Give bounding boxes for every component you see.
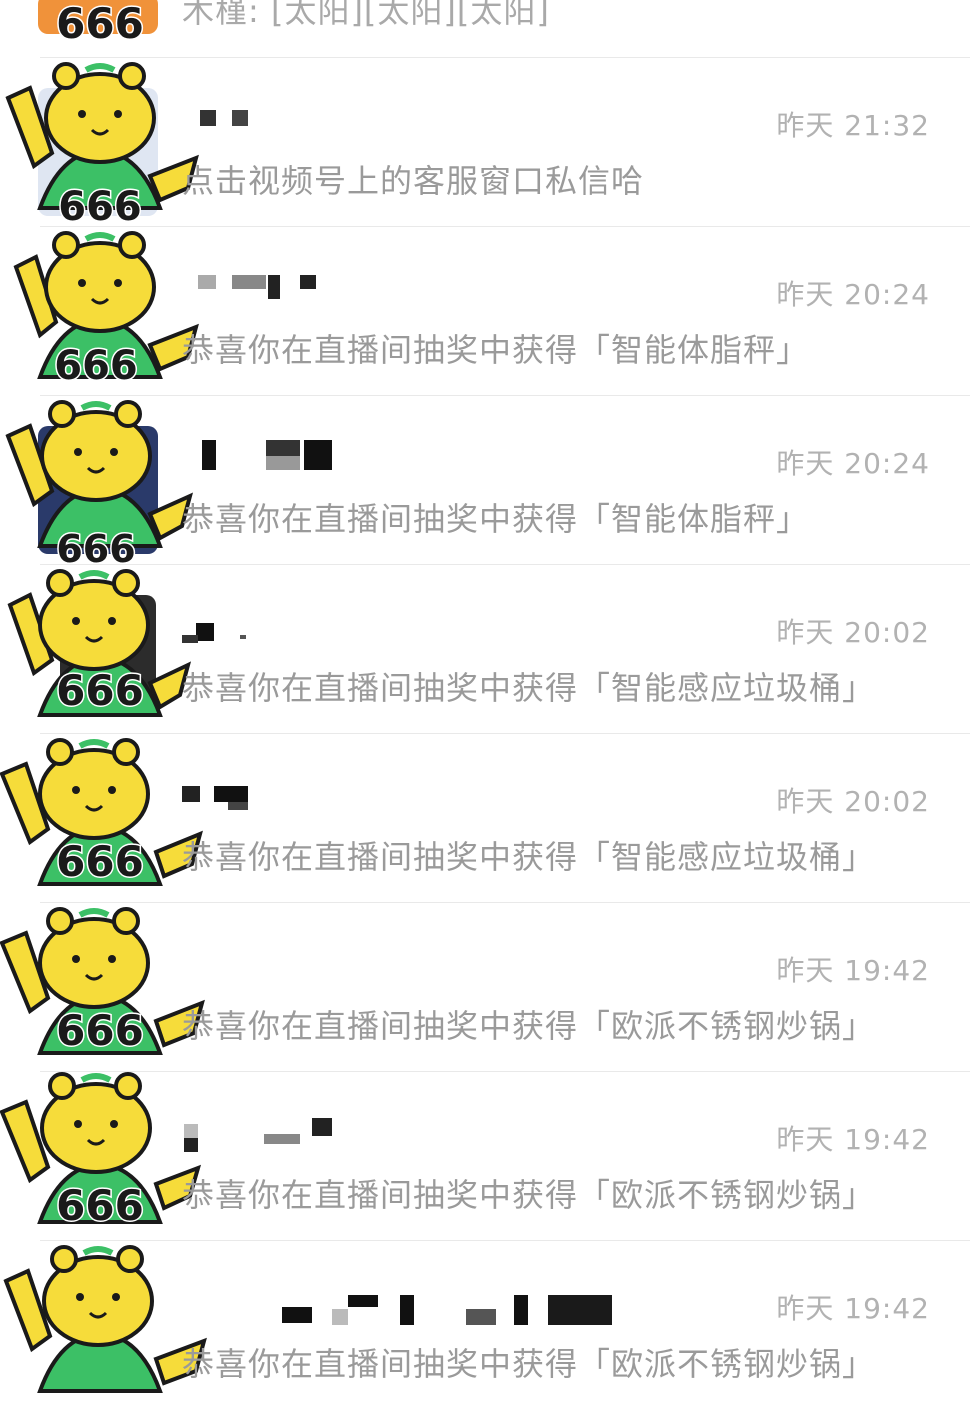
message-preview: 恭喜你在直播间抽奖中获得「欧派不锈钢炒锅」	[182, 1176, 876, 1214]
tiger-sticker-icon: 666	[5, 62, 199, 232]
conversation-list: 666 木槿: [太阳][太阳][太阳] 666 昨天 21:32 点击视频号上…	[0, 0, 970, 1410]
tiger-sticker-icon: 666	[7, 569, 192, 717]
avatar[interactable]: 666	[0, 903, 210, 1072]
conversation-row[interactable]: 666 昨天 20:02 恭喜你在直播间抽奖中获得「智能感应垃圾桶」	[0, 734, 970, 903]
contact-name-redacted	[180, 617, 640, 653]
avatar[interactable]: 666	[0, 734, 210, 903]
tiger-sticker-icon: 666	[5, 400, 194, 573]
avatar[interactable]: 666	[0, 1072, 210, 1241]
message-preview: 恭喜你在直播间抽奖中获得「欧派不锈钢炒锅」	[182, 1345, 876, 1383]
timestamp: 昨天 20:24	[776, 278, 930, 311]
contact-name-redacted	[180, 275, 640, 315]
avatar-badge-text: 666	[56, 0, 144, 48]
avatar[interactable]	[0, 1241, 210, 1410]
timestamp: 昨天 19:42	[776, 1292, 930, 1325]
avatar-badge-text: 666	[56, 1181, 144, 1230]
contact-name-redacted	[180, 1293, 640, 1329]
conversation-row[interactable]: 666 昨天 21:32 点击视频号上的客服窗口私信哈	[0, 58, 970, 232]
message-preview: 点击视频号上的客服窗口私信哈	[182, 162, 645, 200]
avatar-badge-text: 666	[54, 343, 138, 389]
tiger-sticker-icon: 666	[0, 738, 203, 888]
tiger-sticker-icon: 666	[13, 231, 199, 391]
contact-name-redacted	[180, 440, 640, 484]
tiger-sticker-icon	[3, 1245, 207, 1393]
timestamp: 昨天 19:42	[776, 1123, 930, 1156]
conversation-row[interactable]: 666 木槿: [太阳][太阳][太阳]	[0, 0, 970, 58]
message-preview: 恭喜你在直播间抽奖中获得「智能感应垃圾桶」	[182, 838, 876, 876]
avatar-badge-text: 666	[56, 837, 144, 886]
conversation-row[interactable]: 666 昨天 20:24 恭喜你在直播间抽奖中获得「智能体脂秤」	[0, 227, 970, 396]
message-preview: 恭喜你在直播间抽奖中获得「智能体脂秤」	[182, 500, 810, 538]
avatar-badge-text: 666	[56, 1006, 144, 1055]
contact-name-redacted	[180, 110, 640, 146]
conversation-row[interactable]: 666 昨天 19:42 恭喜你在直播间抽奖中获得「欧派不锈钢炒锅」	[0, 1072, 970, 1241]
conversation-row[interactable]: 666 昨天 20:24 恭喜你在直播间抽奖中获得「智能体脂秤」	[0, 396, 970, 573]
avatar[interactable]: 666	[0, 565, 210, 734]
avatar-badge-text: 666	[58, 184, 142, 230]
timestamp: 昨天 20:02	[776, 785, 930, 818]
conversation-row[interactable]: 666 昨天 19:42 恭喜你在直播间抽奖中获得「欧派不锈钢炒锅」	[0, 903, 970, 1072]
contact-name-redacted	[180, 1118, 640, 1160]
conversation-row[interactable]: 666 昨天 20:02 恭喜你在直播间抽奖中获得「智能感应垃圾桶」	[0, 565, 970, 734]
message-preview: 恭喜你在直播间抽奖中获得「欧派不锈钢炒锅」	[182, 1007, 876, 1045]
tiger-sticker-icon: 666	[0, 1072, 202, 1232]
avatar[interactable]: 666	[0, 396, 210, 573]
avatar[interactable]: 666	[0, 227, 210, 396]
message-preview: 恭喜你在直播间抽奖中获得「智能感应垃圾桶」	[182, 669, 876, 707]
tiger-sticker-icon: 666	[0, 907, 205, 1057]
message-preview: 木槿: [太阳][太阳][太阳]	[182, 0, 550, 30]
avatar-badge-text: 666	[56, 666, 144, 715]
timestamp: 昨天 20:24	[776, 447, 930, 480]
timestamp: 昨天 21:32	[776, 109, 930, 142]
timestamp: 昨天 19:42	[776, 954, 930, 987]
avatar[interactable]: 666	[0, 58, 210, 232]
message-preview: 恭喜你在直播间抽奖中获得「智能体脂秤」	[182, 331, 810, 369]
contact-name-redacted	[180, 786, 640, 822]
conversation-row[interactable]: 昨天 19:42 恭喜你在直播间抽奖中获得「欧派不锈钢炒锅」	[0, 1241, 970, 1410]
timestamp: 昨天 20:02	[776, 616, 930, 649]
